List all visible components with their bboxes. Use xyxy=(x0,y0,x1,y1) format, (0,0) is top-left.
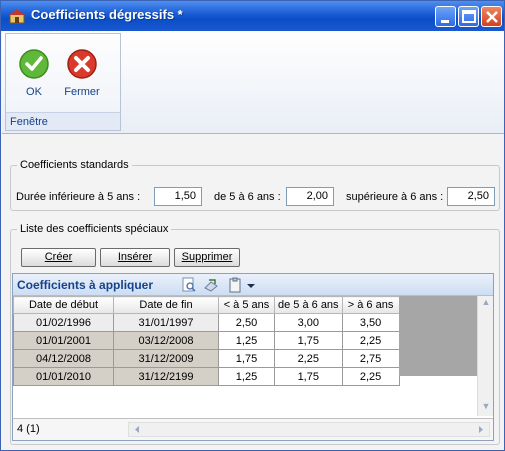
export-icon[interactable] xyxy=(203,277,219,293)
cell-start-date[interactable]: 01/01/2010 xyxy=(13,367,114,386)
title-bar[interactable]: Coefficients dégressifs * xyxy=(1,1,504,31)
content-area: Coefficients standards Durée inférieure … xyxy=(2,135,504,450)
5to6-input[interactable]: 2,00 xyxy=(286,187,334,206)
gt6-label: supérieure à 6 ans : xyxy=(346,191,444,203)
main-window: Coefficients dégressifs * OK Fermer Fenê… xyxy=(0,0,505,451)
scroll-down-icon[interactable]: ▼ xyxy=(479,401,493,415)
5to6-label: de 5 à 6 ans : xyxy=(214,191,281,203)
grid-toolbar: Coefficients à appliquer xyxy=(13,274,493,296)
scroll-up-icon[interactable]: ▲ xyxy=(479,297,493,311)
cell-gt6[interactable]: 2,25 xyxy=(341,367,400,386)
cell-5to6[interactable]: 1,75 xyxy=(274,367,343,386)
table-row[interactable]: 01/01/2001 03/12/2008 1,25 1,75 2,25 xyxy=(13,331,400,350)
close-window-button[interactable] xyxy=(481,6,502,27)
col-header-gt6[interactable]: > à 6 ans xyxy=(341,296,400,314)
grid-title: Coefficients à appliquer xyxy=(17,278,154,292)
table-row[interactable]: 01/02/1996 31/01/1997 2,50 3,00 3,50 xyxy=(13,313,400,332)
table-row[interactable]: 04/12/2008 31/12/2009 1,75 2,25 2,75 xyxy=(13,349,400,368)
cell-end-date[interactable]: 31/12/2199 xyxy=(113,367,219,386)
standard-coefficients-group: Coefficients standards xyxy=(10,159,500,211)
lt5-label: Durée inférieure à 5 ans : xyxy=(16,191,141,203)
cell-end-date[interactable]: 03/12/2008 xyxy=(113,331,219,350)
col-header-start-date[interactable]: Date de début xyxy=(13,296,114,314)
horizontal-scrollbar[interactable] xyxy=(128,422,490,437)
cell-gt6[interactable]: 2,75 xyxy=(341,349,400,368)
delete-button[interactable]: Supprimer xyxy=(174,248,240,267)
cell-end-date[interactable]: 31/12/2009 xyxy=(113,349,219,368)
close-icon xyxy=(486,11,498,23)
clipboard-icon[interactable] xyxy=(227,277,243,293)
scroll-right-icon[interactable] xyxy=(474,423,488,436)
check-icon xyxy=(19,49,49,79)
ribbon-group-window: OK Fermer Fenêtre xyxy=(5,33,121,131)
col-header-end-date[interactable]: Date de fin xyxy=(113,296,219,314)
preview-icon[interactable] xyxy=(181,277,197,293)
window-title: Coefficients dégressifs * xyxy=(31,7,183,22)
close-x-icon xyxy=(67,49,97,79)
grid-empty-area xyxy=(399,296,477,376)
gt6-input[interactable]: 2,50 xyxy=(447,187,495,206)
cell-5to6[interactable]: 2,25 xyxy=(274,349,343,368)
ribbon-group-label: Fenêtre xyxy=(6,112,120,130)
grid-footer: 4 (1) xyxy=(13,418,493,440)
cell-start-date[interactable]: 01/02/1996 xyxy=(13,313,114,332)
cell-lt5[interactable]: 1,25 xyxy=(218,367,275,386)
cell-end-date[interactable]: 31/01/1997 xyxy=(113,313,219,332)
maximize-icon xyxy=(462,10,476,23)
cell-lt5[interactable]: 1,25 xyxy=(218,331,275,350)
cell-gt6[interactable]: 3,50 xyxy=(341,313,400,332)
vertical-scrollbar[interactable]: ▲ ▼ xyxy=(477,296,493,416)
col-header-5to6[interactable]: de 5 à 6 ans xyxy=(274,296,343,314)
coefficients-grid[interactable]: Coefficients à appliquer Date de début D… xyxy=(12,273,494,441)
maximize-button[interactable] xyxy=(458,6,479,27)
table-header-row: Date de début Date de fin < à 5 ans de 5… xyxy=(13,296,400,314)
scroll-left-icon[interactable] xyxy=(130,423,144,436)
cell-start-date[interactable]: 04/12/2008 xyxy=(13,349,114,368)
minimize-icon xyxy=(441,20,449,23)
coefficients-table: Date de début Date de fin < à 5 ans de 5… xyxy=(13,296,400,386)
cell-lt5[interactable]: 1,75 xyxy=(218,349,275,368)
ok-label: OK xyxy=(26,86,42,98)
minimize-button[interactable] xyxy=(435,6,456,27)
close-button[interactable]: Fermer xyxy=(58,48,106,98)
cell-gt6[interactable]: 2,25 xyxy=(341,331,400,350)
col-header-lt5[interactable]: < à 5 ans xyxy=(218,296,275,314)
cell-5to6[interactable]: 1,75 xyxy=(274,331,343,350)
ribbon: OK Fermer Fenêtre xyxy=(2,31,504,134)
lt5-input[interactable]: 1,50 xyxy=(154,187,202,206)
close-label: Fermer xyxy=(64,86,100,98)
table-row[interactable]: 01/01/2010 31/12/2199 1,25 1,75 2,25 xyxy=(13,367,400,386)
cell-5to6[interactable]: 3,00 xyxy=(274,313,343,332)
special-coefficients-legend: Liste des coefficients spéciaux xyxy=(20,223,169,235)
standard-coefficients-legend: Coefficients standards xyxy=(20,159,129,171)
insert-button[interactable]: Insérer xyxy=(100,248,170,267)
cell-lt5[interactable]: 2,50 xyxy=(218,313,275,332)
ok-button[interactable]: OK xyxy=(10,48,58,98)
app-icon xyxy=(9,9,25,24)
cell-start-date[interactable]: 01/01/2001 xyxy=(13,331,114,350)
chevron-down-icon[interactable] xyxy=(243,277,259,293)
create-button[interactable]: Créer xyxy=(21,248,96,267)
record-count: 4 (1) xyxy=(17,423,40,435)
